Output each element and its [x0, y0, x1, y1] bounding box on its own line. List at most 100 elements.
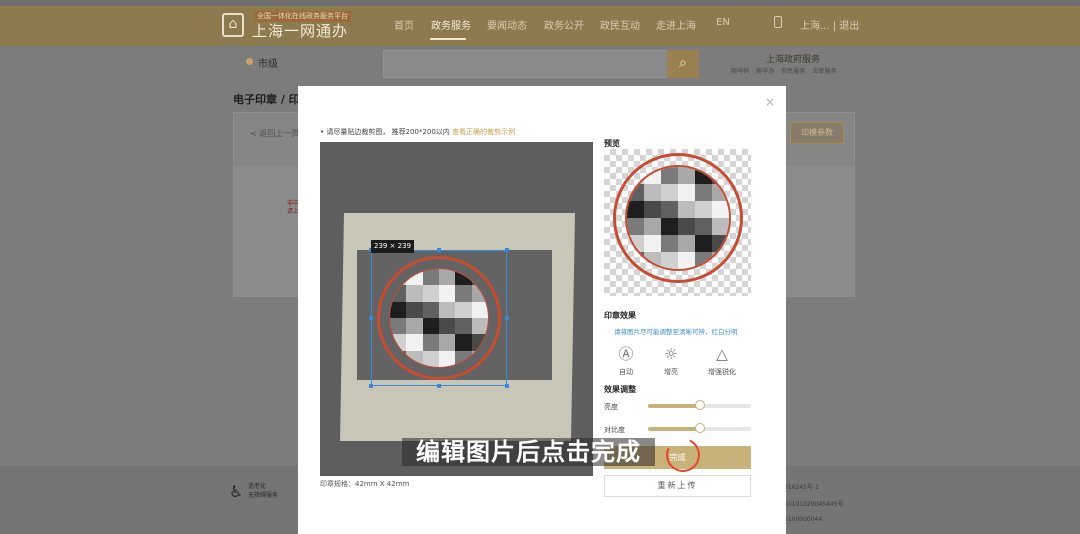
footer-info-2: 10101020045445号 — [784, 501, 844, 508]
mosaic-cell — [661, 235, 678, 252]
mosaic-cell — [661, 184, 678, 201]
mosaic-cell — [678, 252, 695, 269]
effect-auto-button[interactable]: Ⓐ 自动 — [606, 345, 646, 377]
back-link[interactable]: < 返回上一页 — [250, 128, 299, 139]
mosaic-cell — [644, 235, 661, 252]
effect-sharpen-button[interactable]: △ 增强锐化 — [702, 345, 742, 377]
mosaic-cell — [678, 235, 695, 252]
search-icon[interactable]: ⌕ — [667, 50, 699, 78]
seal-preview — [613, 153, 743, 283]
effect-section-title: 印章效果 — [604, 311, 636, 320]
mosaic-cell — [695, 218, 712, 235]
seal-params-button[interactable]: 印模参数 — [790, 122, 844, 144]
mosaic-cell — [695, 167, 712, 184]
mosaic-cell — [627, 235, 644, 252]
mosaic-cell — [661, 167, 678, 184]
nav-interaction[interactable]: 政民互动 — [600, 17, 640, 32]
reupload-button[interactable]: 重新上传 — [604, 475, 751, 497]
footer-info-1: 016245号-1 — [784, 484, 819, 491]
crop-handle-bl[interactable] — [369, 384, 373, 388]
crop-selection-box[interactable] — [371, 250, 507, 386]
mosaic-cell — [678, 201, 695, 218]
mosaic-cell — [712, 201, 729, 218]
effect-brighten-button[interactable]: ☼ 增亮 — [651, 345, 691, 377]
mosaic-cell — [712, 218, 729, 235]
screen: ⌂ 全国一体化在线政务服务平台 上海一网通办 首页 政务服务 要闻动态 政务公开… — [0, 0, 1080, 534]
crop-handle-b[interactable] — [437, 384, 441, 388]
sun-icon: ☼ — [664, 345, 678, 363]
crop-size-label: 239 × 239 — [371, 240, 415, 253]
gov-brand-links: 随申码 · 随申办 · 市民服务 · 法律服务 — [731, 68, 837, 75]
breadcrumb: 电子印章 / 印 — [233, 93, 300, 106]
accessibility-label-2: 无障碍服务 — [248, 492, 279, 499]
site-header — [0, 0, 1080, 46]
close-icon[interactable]: × — [765, 95, 775, 109]
brightness-slider-thumb[interactable] — [694, 400, 705, 410]
crop-handle-l[interactable] — [369, 316, 373, 320]
mosaic-cell — [627, 201, 644, 218]
mosaic-cell — [644, 218, 661, 235]
brightness-slider-fill — [648, 404, 700, 408]
mosaic-cell — [644, 252, 661, 269]
mosaic-cell — [712, 235, 729, 252]
mosaic-cell — [627, 218, 644, 235]
mosaic-cell — [678, 167, 695, 184]
effect-brighten-label: 增亮 — [664, 368, 678, 376]
nav-news[interactable]: 要闻动态 — [487, 17, 527, 32]
search-input[interactable] — [383, 50, 669, 78]
crop-handle-tr[interactable] — [505, 248, 509, 252]
mosaic-cell — [695, 235, 712, 252]
mosaic-cell — [695, 184, 712, 201]
accessibility-icon[interactable]: ♿ — [229, 482, 243, 501]
contrast-slider[interactable] — [648, 423, 751, 433]
gov-brand-title[interactable]: 上海政府服务 — [766, 52, 820, 65]
crop-handle-r[interactable] — [505, 316, 509, 320]
auto-icon: Ⓐ — [618, 345, 634, 363]
mosaic-cell — [695, 201, 712, 218]
crop-hint-text: • 请尽量贴边裁剪图， 推荐200*200以内 — [320, 128, 450, 136]
crop-example-link[interactable]: 查看正确的裁剪示例 — [452, 128, 515, 136]
mosaic-cell — [627, 184, 644, 201]
mosaic-cell — [678, 218, 695, 235]
site-logo-icon[interactable]: ⌂ — [222, 13, 244, 37]
effect-sharpen-label: 增强锐化 — [708, 368, 736, 376]
location-selector[interactable]: 市级 — [258, 55, 278, 70]
mosaic-cell — [644, 167, 661, 184]
brightness-label: 亮度 — [604, 403, 618, 411]
mosaic-cell — [661, 252, 678, 269]
mosaic-cell — [661, 201, 678, 218]
site-title[interactable]: 上海一网通办 — [252, 20, 348, 41]
footer-info-3: 5100000044 — [784, 516, 823, 523]
mosaic-cell — [644, 184, 661, 201]
brightness-slider[interactable] — [648, 400, 751, 410]
contrast-slider-thumb[interactable] — [694, 423, 705, 433]
accessibility-label-1: 适老化 — [248, 483, 267, 490]
effect-auto-label: 自动 — [619, 368, 633, 376]
nav-home[interactable]: 首页 — [394, 17, 414, 32]
nav-about[interactable]: 走进上海 — [656, 17, 696, 32]
nav-services[interactable]: 政务服务 — [431, 17, 471, 32]
location-pin-icon — [246, 58, 253, 65]
adjust-section-title: 效果调整 — [604, 385, 636, 394]
mosaic-pattern-preview — [627, 167, 729, 269]
mobile-icon[interactable] — [774, 16, 782, 28]
mosaic-cell — [695, 252, 712, 269]
preview-title: 预览 — [604, 139, 620, 148]
user-menu[interactable]: 上海... | 退出 — [800, 17, 859, 32]
video-subtitle: 编辑图片后点击完成 — [402, 438, 655, 466]
mosaic-cell — [661, 218, 678, 235]
top-strip — [0, 0, 1080, 6]
contrast-slider-fill — [648, 427, 700, 431]
mosaic-cell — [712, 184, 729, 201]
contrast-label: 对比度 — [604, 426, 625, 434]
crop-handle-t[interactable] — [437, 248, 441, 252]
seal-preview-inner-ring — [625, 165, 731, 271]
nav-public[interactable]: 政务公开 — [544, 17, 584, 32]
seal-size-info: 印章规格：42mm X 42mm — [320, 480, 410, 488]
accessibility-label[interactable]: 适老化 无障碍服务 — [248, 482, 278, 500]
effect-hint: 请将图片尽可能调整至清晰可辨，红白分明 — [614, 328, 738, 336]
crop-handle-br[interactable] — [505, 384, 509, 388]
nav-english[interactable]: EN — [716, 17, 730, 28]
mosaic-cell — [678, 184, 695, 201]
mosaic-cell — [644, 201, 661, 218]
